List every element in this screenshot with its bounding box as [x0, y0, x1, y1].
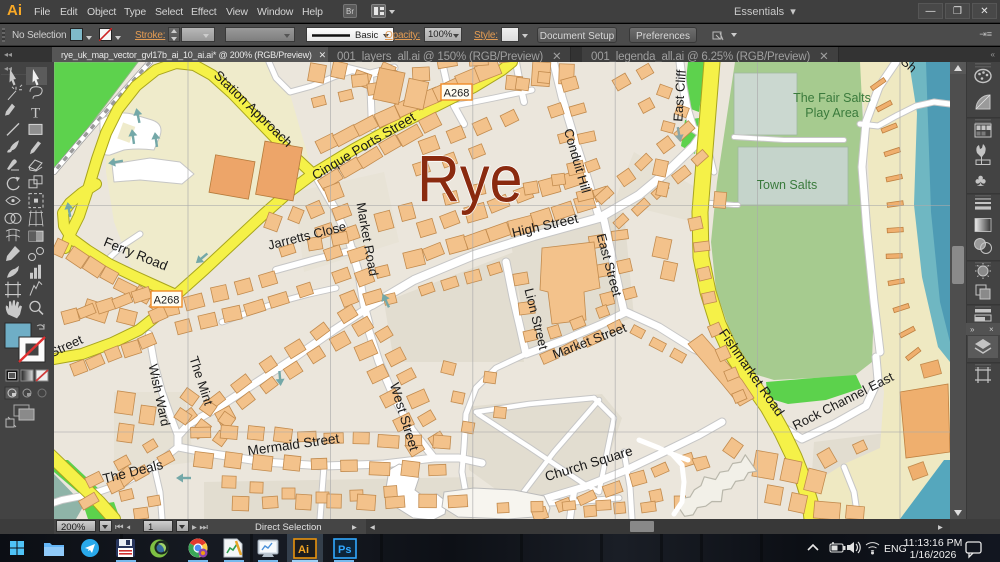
- svg-text:1/16/2026: 1/16/2026: [910, 549, 957, 561]
- svg-text:»: »: [970, 325, 975, 334]
- svg-text:Ps: Ps: [338, 544, 351, 556]
- svg-text:♣: ♣: [975, 171, 986, 190]
- svg-text:Rye: Rye: [417, 143, 523, 217]
- svg-text:Play Area: Play Area: [805, 106, 859, 120]
- svg-text:The Fair Salts: The Fair Salts: [793, 91, 871, 105]
- svg-text:Town Salts: Town Salts: [757, 178, 817, 192]
- svg-text:T: T: [31, 106, 40, 122]
- svg-text:×: ×: [989, 325, 994, 334]
- svg-text:A268: A268: [154, 295, 180, 307]
- svg-text:11:13:16 PM: 11:13:16 PM: [904, 537, 963, 549]
- svg-text:A268: A268: [444, 88, 470, 100]
- svg-text:Ai: Ai: [298, 544, 309, 556]
